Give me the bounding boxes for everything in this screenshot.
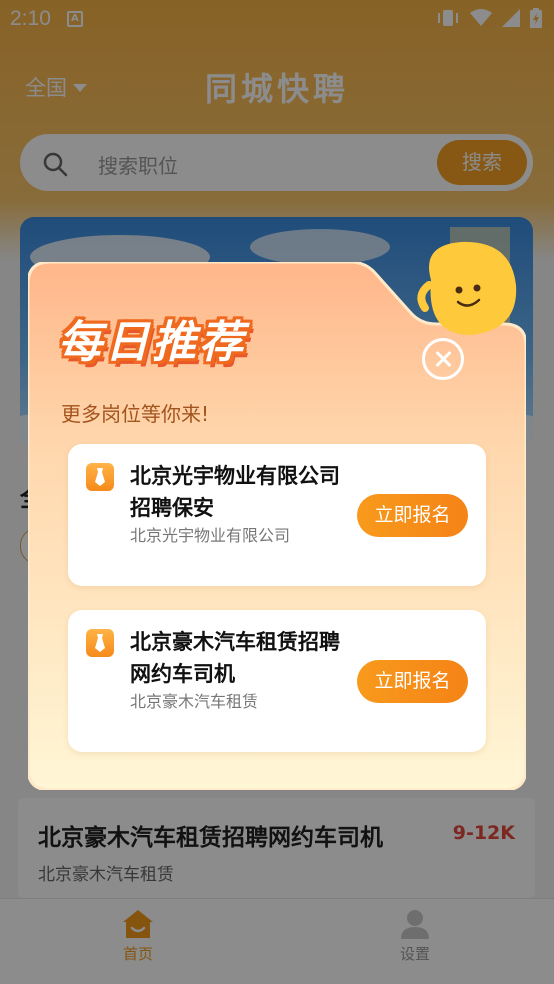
apply-button[interactable]: 立即报名 <box>357 660 468 703</box>
popup-subtitle: 更多岗位等你来! <box>61 402 210 426</box>
popup-title: 每日推荐 <box>58 317 246 368</box>
mascot-illustration <box>417 241 517 335</box>
apply-button[interactable]: 立即报名 <box>357 494 468 537</box>
close-icon[interactable] <box>422 338 464 380</box>
job-badge-icon <box>86 629 114 657</box>
daily-recommend-popup: 每日推荐 更多岗位等你来! 北京光宇物业有限公司招聘保安 北京光宇物业有限公司 … <box>28 241 526 790</box>
recommend-card[interactable]: 北京豪木汽车租赁招聘网约车司机 北京豪木汽车租赁 立即报名 <box>68 610 486 752</box>
recommend-card[interactable]: 北京光宇物业有限公司招聘保安 北京光宇物业有限公司 立即报名 <box>68 444 486 586</box>
recommend-title: 北京豪木汽车租赁招聘网约车司机 <box>130 630 340 686</box>
recommend-company: 北京豪木汽车租赁 <box>130 692 259 711</box>
recommend-title: 北京光宇物业有限公司招聘保安 <box>130 464 340 520</box>
job-badge-icon <box>86 463 114 491</box>
recommend-company: 北京光宇物业有限公司 <box>130 526 291 545</box>
